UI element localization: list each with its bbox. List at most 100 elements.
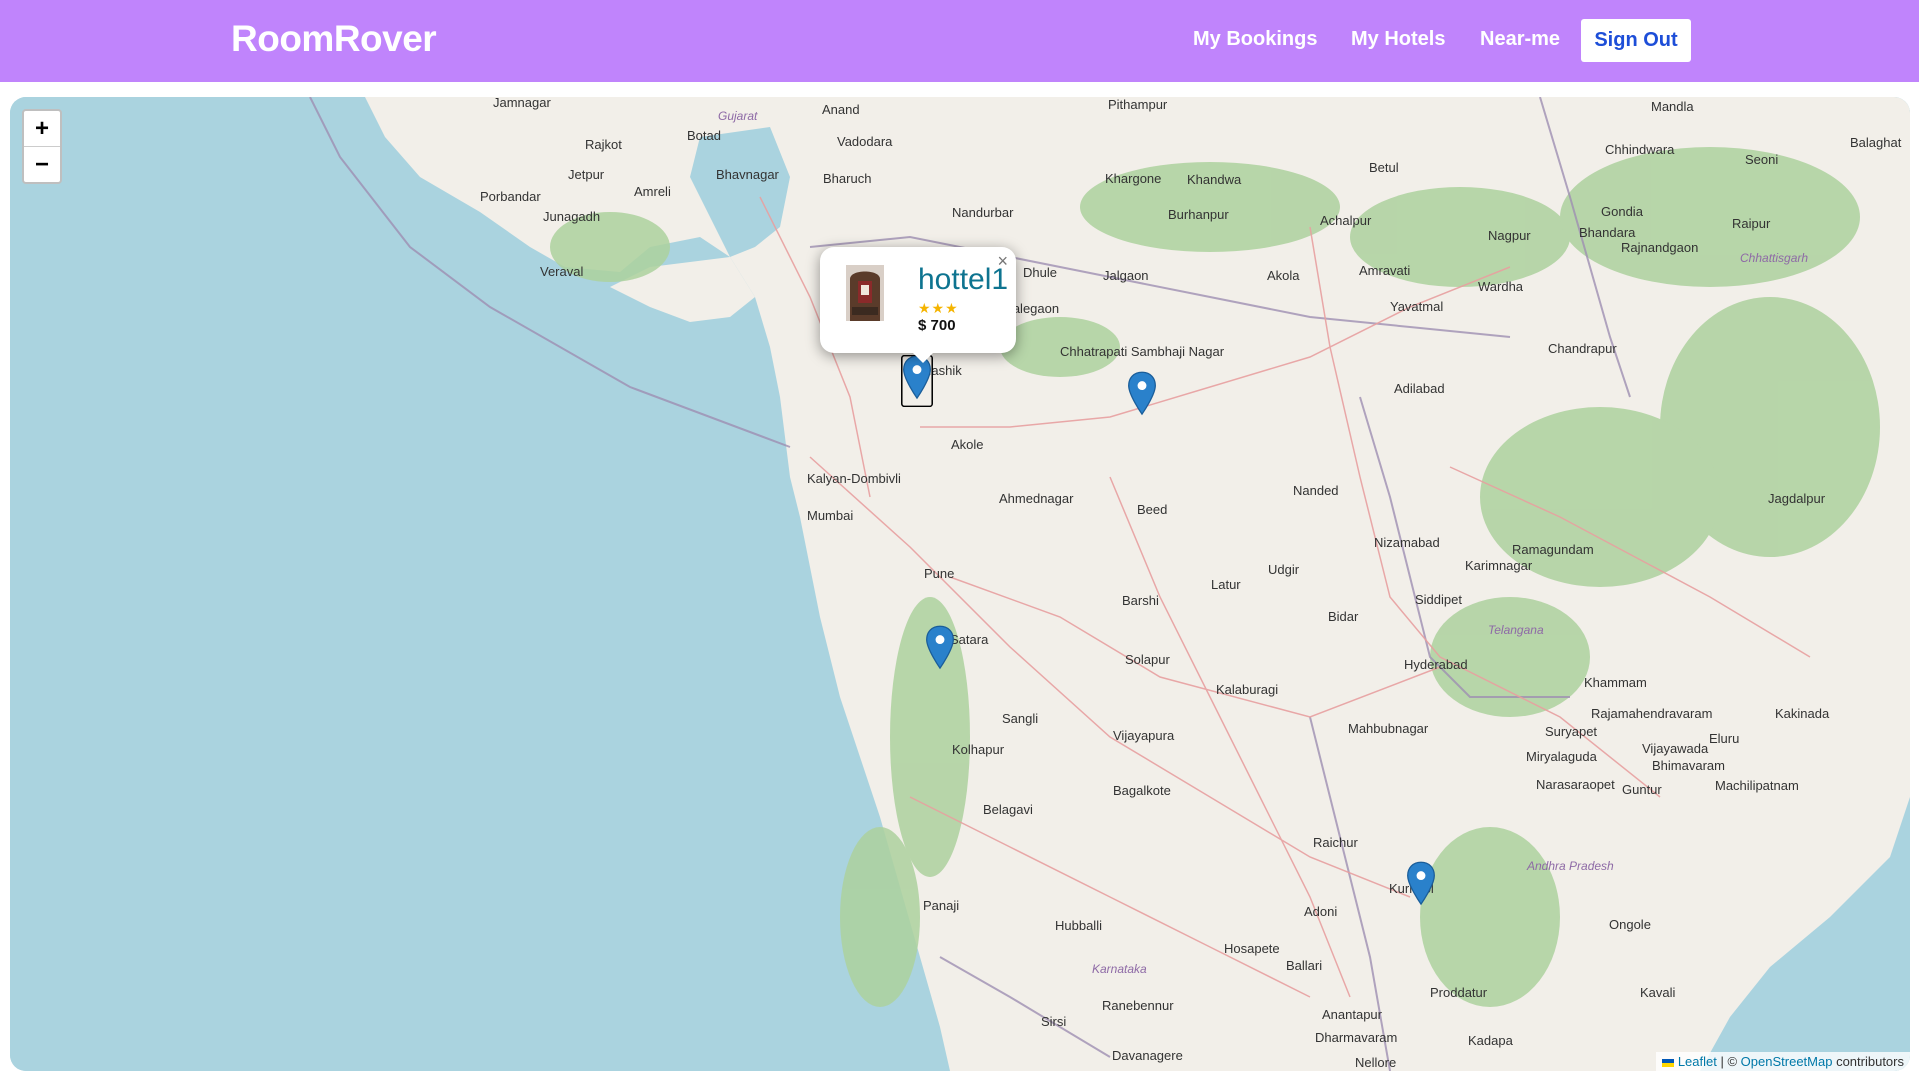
city-label: Vadodara (837, 134, 893, 149)
city-label: Anantapur (1322, 1007, 1383, 1022)
city-label: Rajkot (585, 137, 622, 152)
city-label: Anand (822, 102, 860, 117)
city-label: Jagdalpur (1768, 491, 1826, 506)
city-label: Rajnandgaon (1621, 240, 1698, 255)
city-label: Amravati (1359, 263, 1410, 278)
region-label: Karnataka (1092, 962, 1147, 976)
region-label: Telangana (1488, 623, 1544, 637)
zoom-out-button[interactable]: − (24, 146, 60, 182)
city-label: Akole (951, 437, 984, 452)
city-label: Dhule (1023, 265, 1057, 280)
city-label: Bidar (1328, 609, 1359, 624)
map-pin-icon (1407, 861, 1435, 906)
map-attribution: Leaflet | © OpenStreetMap contributors (1656, 1052, 1910, 1071)
leaflet-link[interactable]: Leaflet (1678, 1054, 1717, 1069)
hotel-marker-satara[interactable] (922, 625, 958, 677)
city-label: Betul (1369, 160, 1399, 175)
hotel-name[interactable]: hottel1 (918, 263, 1008, 297)
city-label: Narasaraopet (1536, 777, 1615, 792)
city-label: Machilipatnam (1715, 778, 1799, 793)
city-label: Bhimavaram (1652, 758, 1725, 773)
region-label: Andhra Pradesh (1526, 859, 1614, 873)
city-label: Khammam (1584, 675, 1647, 690)
city-label: Jetpur (568, 167, 605, 182)
osm-link[interactable]: OpenStreetMap (1741, 1054, 1833, 1069)
city-label: Achalpur (1320, 213, 1372, 228)
city-label: Miryalaguda (1526, 749, 1598, 764)
city-label: Vijayapura (1113, 728, 1175, 743)
city-label: Beed (1137, 502, 1167, 517)
city-label: Sangli (1002, 711, 1038, 726)
nav-my-bookings[interactable]: My Bookings (1193, 28, 1317, 51)
city-label: Junagadh (543, 209, 600, 224)
city-label: Raichur (1313, 835, 1358, 850)
app-title[interactable]: RoomRover (231, 18, 437, 60)
city-label: Sirsi (1041, 1014, 1066, 1029)
city-label: Mahbubnagar (1348, 721, 1429, 736)
city-label: Botad (687, 128, 721, 143)
city-label: Porbandar (480, 189, 541, 204)
city-label: Guntur (1622, 782, 1662, 797)
city-label: Hubballi (1055, 918, 1102, 933)
city-label: Nagpur (1488, 228, 1531, 243)
city-label: Seoni (1745, 152, 1778, 167)
city-label: Nanded (1293, 483, 1339, 498)
map-pin-icon (1128, 371, 1156, 416)
city-label: Siddipet (1415, 592, 1462, 607)
city-label: Barshi (1122, 593, 1159, 608)
city-label: Kolhapur (952, 742, 1005, 757)
city-label: Hyderabad (1404, 657, 1468, 672)
city-label: Jamnagar (493, 97, 551, 110)
map-container[interactable]: Jamnagar Anand Pithampur Mandla Rajkot B… (10, 97, 1910, 1071)
city-label: Raipur (1732, 216, 1771, 231)
region-label: Gujarat (718, 109, 758, 123)
city-label: Bhandara (1579, 225, 1636, 240)
nav-my-hotels[interactable]: My Hotels (1351, 28, 1445, 51)
attribution-separator: | © (1716, 1054, 1741, 1069)
city-label: Hosapete (1224, 941, 1280, 956)
city-label: Ballari (1286, 958, 1322, 973)
zoom-control: + − (22, 109, 62, 184)
popup-tip (911, 351, 935, 363)
hotel-marker-kurnool[interactable] (1403, 861, 1439, 913)
city-label: Wardha (1478, 279, 1524, 294)
hotel-thumbnail[interactable] (846, 265, 884, 321)
city-label: Bagalkote (1113, 783, 1171, 798)
hotel-marker-sambhaji-nagar[interactable] (1124, 371, 1160, 423)
city-label: Proddatur (1430, 985, 1488, 1000)
city-label: Mandla (1651, 99, 1694, 114)
city-label: Adilabad (1394, 381, 1445, 396)
city-label: Khargone (1105, 171, 1161, 186)
city-label: Mumbai (807, 508, 853, 523)
city-label: Dharmavaram (1315, 1030, 1397, 1045)
city-label: Davanagere (1112, 1048, 1183, 1063)
city-label: Khandwa (1187, 172, 1242, 187)
city-label: Bhavnagar (716, 167, 780, 182)
city-label: Eluru (1709, 731, 1739, 746)
city-label: Jalgaon (1103, 268, 1149, 283)
zoom-in-button[interactable]: + (24, 111, 60, 146)
city-label: Latur (1211, 577, 1241, 592)
map-tiles: Jamnagar Anand Pithampur Mandla Rajkot B… (10, 97, 1910, 1071)
sign-out-button[interactable]: Sign Out (1581, 19, 1691, 62)
nav-near-me[interactable]: Near-me (1480, 28, 1560, 51)
city-label: Adoni (1304, 904, 1337, 919)
city-label: Kavali (1640, 985, 1676, 1000)
city-label: Chhatrapati Sambhaji Nagar (1060, 344, 1225, 359)
city-label: Ranebennur (1102, 998, 1174, 1013)
city-label: Kalaburagi (1216, 682, 1278, 697)
navbar: RoomRover My Bookings My Hotels Near-me … (0, 0, 1919, 82)
hotel-popup: × hottel1 ★★★ $ 700 (820, 247, 1016, 353)
city-label: Udgir (1268, 562, 1300, 577)
city-label: Amreli (634, 184, 671, 199)
city-label: Gondia (1601, 204, 1644, 219)
city-label: Nellore (1355, 1055, 1396, 1070)
region-label: Chhattisgarh (1740, 251, 1808, 265)
city-label: Veraval (540, 264, 583, 279)
city-label: Suryapet (1545, 724, 1597, 739)
ukraine-flag-icon (1662, 1058, 1675, 1067)
city-label: Chhindwara (1605, 142, 1675, 157)
city-label: Kalyan-Dombivli (807, 471, 901, 486)
city-label: Balaghat (1850, 135, 1902, 150)
city-label: Solapur (1125, 652, 1170, 667)
